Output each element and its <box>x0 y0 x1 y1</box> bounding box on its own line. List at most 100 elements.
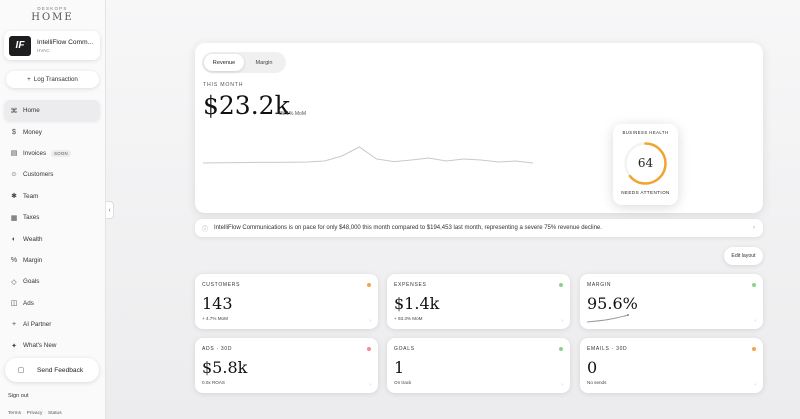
chevron-right-icon: › <box>753 225 755 231</box>
insight-text: IntelliFlow Communications is on pace fo… <box>214 225 602 231</box>
org-name: IntelliFlow Comm... <box>37 38 94 46</box>
org-type: HVAC <box>37 47 50 53</box>
sidebar-item-money[interactable]: $ Money <box>4 121 100 142</box>
home-icon: ⌘ <box>10 107 18 115</box>
sparkle-icon: ✦ <box>11 342 17 350</box>
business-health-title: BUSINESS HEALTH <box>622 130 669 135</box>
status-dot <box>367 347 371 351</box>
taxes-icon: ▦ <box>10 214 18 222</box>
metric-card-emails-30d[interactable]: EMAILS · 30D 0 No sends › <box>580 338 763 393</box>
card-title: CUSTOMERS <box>202 282 241 288</box>
health-score: 64 <box>637 156 654 170</box>
invoice-icon: ▤ <box>10 150 18 158</box>
org-switcher[interactable]: IF IntelliFlow Comm... HVAC <box>4 31 100 60</box>
ai-icon: + <box>11 321 17 329</box>
card-subtext: 0.0x ROAS <box>202 380 225 385</box>
insight-banner[interactable]: ⓘ IntelliFlow Communications is on pace … <box>195 219 763 237</box>
send-feedback-button[interactable]: ▢ Send Feedback <box>5 358 99 382</box>
chevron-right-icon: › <box>369 318 371 324</box>
card-title: GOALS <box>394 346 415 352</box>
status-link[interactable]: Status <box>48 411 62 416</box>
brand-top: DESKOPS <box>37 6 68 11</box>
status-dot <box>559 347 563 351</box>
sidebar-item-goals[interactable]: ◇ Goals <box>4 271 100 292</box>
sidebar-item-taxes[interactable]: ▦ Taxes <box>4 207 100 228</box>
sidebar: DESKOPS HOME IF IntelliFlow Comm... HVAC… <box>0 0 106 419</box>
log-transaction-button[interactable]: + Log Transaction <box>6 71 99 88</box>
tab-margin[interactable]: Margin <box>244 54 284 71</box>
card-value: $5.8k <box>202 358 248 377</box>
card-subtext: On track <box>394 380 412 385</box>
metric-card-goals[interactable]: GOALS 1 On track › <box>387 338 570 393</box>
sidebar-item-label: Taxes <box>23 214 40 222</box>
metric-card-customers[interactable]: CUSTOMERS 143 + 4.7% MoM › <box>195 274 378 329</box>
status-dot <box>367 283 371 287</box>
brand-logo[interactable]: DESKOPS HOME <box>0 0 105 23</box>
send-feedback-label: Send Feedback <box>37 366 84 374</box>
chevron-right-icon: › <box>561 318 563 324</box>
sidebar-item-label: Invoices <box>23 149 47 157</box>
card-value: 1 <box>394 358 405 377</box>
sidebar-item-margin[interactable]: % Margin <box>4 250 100 271</box>
sidebar-item-wealth[interactable]: ◐ Wealth <box>4 228 100 249</box>
sidebar-item-label: Team <box>23 192 39 200</box>
footer-separator: · <box>23 411 25 416</box>
revenue-delta: + 88.1% MoM <box>275 111 306 117</box>
tab-revenue[interactable]: Revenue <box>204 54 244 71</box>
percent-icon: % <box>10 256 18 264</box>
sidebar-item-ai-partner[interactable]: + AI Partner <box>4 314 100 335</box>
customers-icon: ☺ <box>10 171 18 179</box>
status-dot <box>752 283 756 287</box>
sidebar-item-label: Margin <box>23 256 43 264</box>
metric-card-margin[interactable]: MARGIN 95.6% › <box>580 274 763 329</box>
card-value: 143 <box>202 294 233 313</box>
sidebar-item-home[interactable]: ⌘ Home <box>4 100 100 122</box>
collapse-sidebar-handle[interactable]: ‹ <box>106 201 114 219</box>
card-title: EMAILS · 30D <box>587 346 628 352</box>
card-subtext: + 93.3% MoM <box>394 316 423 321</box>
revenue-card: Revenue Margin THIS MONTH $23.2k + 88.1%… <box>195 43 763 213</box>
chevron-right-icon: › <box>369 382 371 388</box>
health-status: NEEDS ATTENTION <box>621 190 670 195</box>
metric-card-ads-30d[interactable]: ADS · 30D $5.8k 0.0x ROAS › <box>195 338 378 393</box>
card-subtext: No sends <box>587 380 607 385</box>
brand-name: HOME <box>31 12 74 23</box>
chat-icon: ▢ <box>17 367 25 374</box>
info-icon: ⓘ <box>202 226 209 233</box>
sidebar-item-label: Ads <box>23 299 34 307</box>
trend-line <box>203 146 533 164</box>
margin-sparkline <box>586 314 629 323</box>
sidebar-item-label: Customers <box>23 171 54 179</box>
sidebar-item-label: Wealth <box>23 235 43 243</box>
card-value: 0 <box>587 358 598 377</box>
sign-out-link[interactable]: Sign out <box>8 393 29 399</box>
sidebar-item-ads[interactable]: ◫ Ads <box>4 293 100 314</box>
business-health-widget[interactable]: BUSINESS HEALTH 64 NEEDS ATTENTION <box>613 124 678 205</box>
chevron-right-icon: › <box>754 382 756 388</box>
sidebar-nav: ⌘ Home $ Money ▤ Invoices SOON ☺ Customers ✱ Team ▦… <box>4 100 100 357</box>
card-title: EXPENSES <box>394 282 427 288</box>
footer-links: Terms · Privacy · Status <box>8 411 62 416</box>
sidebar-item-team[interactable]: ✱ Team <box>4 186 100 207</box>
chevron-right-icon: › <box>754 318 756 324</box>
wealth-icon: ◐ <box>11 235 17 243</box>
goals-icon: ◇ <box>11 278 17 286</box>
sidebar-item-label: Goals <box>23 278 40 286</box>
card-value: $1.4k <box>394 294 440 313</box>
metric-toggle: Revenue Margin <box>202 52 286 73</box>
edit-layout-button[interactable]: Edit layout <box>724 247 763 265</box>
sidebar-item-invoices[interactable]: ▤ Invoices SOON <box>4 143 100 164</box>
team-icon: ✱ <box>11 193 17 201</box>
metric-card-expenses[interactable]: EXPENSES $1.4k + 93.3% MoM › <box>387 274 570 329</box>
ads-icon: ◫ <box>10 300 18 308</box>
sidebar-item-label: AI Partner <box>23 321 52 329</box>
sidebar-item-customers[interactable]: ☺ Customers <box>4 164 100 185</box>
period-label: THIS MONTH <box>203 82 244 88</box>
log-transaction-label: Log Transaction <box>33 76 78 83</box>
terms-link[interactable]: Terms <box>8 411 21 416</box>
privacy-link[interactable]: Privacy <box>27 411 43 416</box>
card-subtext: + 4.7% MoM <box>202 316 228 321</box>
sidebar-item-what-s-new[interactable]: ✦ What's New <box>4 335 100 356</box>
footer-separator: · <box>44 411 47 416</box>
status-dot <box>559 283 563 287</box>
